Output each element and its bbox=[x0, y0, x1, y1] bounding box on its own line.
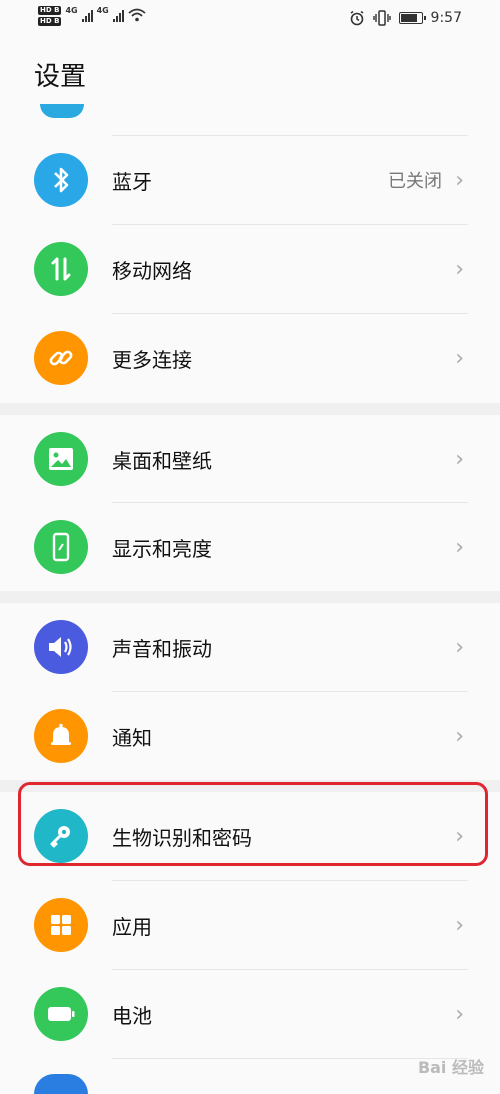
settings-item-apps[interactable]: 应用 › bbox=[0, 881, 500, 969]
partial-item-icon bbox=[40, 104, 84, 118]
settings-item-bluetooth[interactable]: 蓝牙 已关闭 › bbox=[0, 136, 500, 224]
chevron-right-icon: › bbox=[455, 723, 464, 749]
network-type-1: 4G bbox=[65, 6, 78, 15]
settings-item-mobile-network[interactable]: 移动网络 › bbox=[0, 225, 500, 313]
item-label: 更多连接 bbox=[112, 347, 192, 372]
apps-icon bbox=[34, 898, 88, 952]
wallpaper-icon bbox=[34, 432, 88, 486]
hd-badge-2: HD B bbox=[38, 17, 62, 26]
chevron-right-icon: › bbox=[455, 534, 464, 560]
item-label: 通知 bbox=[112, 725, 152, 750]
watermark: Bai 经验 bbox=[417, 1058, 484, 1077]
settings-item-display[interactable]: 显示和亮度 › bbox=[0, 503, 500, 591]
sound-icon bbox=[34, 620, 88, 674]
vibrate-icon bbox=[372, 10, 391, 26]
network-type-2: 4G bbox=[96, 6, 109, 15]
chevron-right-icon: › bbox=[455, 446, 464, 472]
divider bbox=[112, 1058, 468, 1059]
signal-icon bbox=[81, 10, 93, 22]
bluetooth-icon bbox=[34, 153, 88, 207]
battery-icon bbox=[34, 987, 88, 1041]
chevron-right-icon: › bbox=[455, 634, 464, 660]
page-title: 设置 bbox=[34, 62, 87, 92]
battery-status-icon bbox=[398, 12, 426, 24]
item-value: 已关闭 bbox=[388, 171, 442, 192]
alarm-icon bbox=[350, 10, 363, 26]
partial-item-icon bbox=[34, 1074, 88, 1094]
bell-icon bbox=[34, 709, 88, 763]
display-icon bbox=[34, 520, 88, 574]
section-gap bbox=[0, 403, 500, 415]
status-left: HD B HD B 4G 4G bbox=[38, 6, 146, 28]
item-label: 蓝牙 bbox=[112, 169, 152, 194]
status-bar: HD B HD B 4G 4G 9:57 bbox=[0, 0, 500, 40]
settings-item-notifications[interactable]: 通知 › bbox=[0, 692, 500, 780]
settings-item-more-connections[interactable]: 更多连接 › bbox=[0, 314, 500, 402]
hd-badge-1: HD B bbox=[38, 6, 62, 15]
item-label: 声音和振动 bbox=[112, 636, 212, 661]
settings-item-battery[interactable]: 电池 › bbox=[0, 970, 500, 1058]
settings-item-sound[interactable]: 声音和振动 › bbox=[0, 603, 500, 691]
item-label: 应用 bbox=[112, 914, 152, 939]
mobile-data-icon bbox=[34, 242, 88, 296]
chevron-right-icon: › bbox=[455, 345, 464, 371]
item-label: 桌面和壁纸 bbox=[112, 448, 212, 473]
item-label: 电池 bbox=[112, 1003, 152, 1028]
status-right: 9:57 bbox=[349, 10, 462, 26]
status-time: 9:57 bbox=[430, 10, 462, 26]
highlight-box bbox=[18, 782, 488, 866]
item-label: 显示和亮度 bbox=[112, 536, 212, 561]
settings-item-wallpaper[interactable]: 桌面和壁纸 › bbox=[0, 415, 500, 503]
link-icon bbox=[34, 331, 88, 385]
item-label: 移动网络 bbox=[112, 258, 192, 283]
chevron-right-icon: › bbox=[455, 256, 464, 282]
chevron-right-icon: › bbox=[455, 912, 464, 938]
section-gap bbox=[0, 591, 500, 603]
chevron-right-icon: › bbox=[455, 1001, 464, 1027]
wifi-icon bbox=[128, 8, 146, 22]
chevron-right-icon: › bbox=[455, 167, 464, 193]
signal-icon-2 bbox=[112, 10, 124, 22]
